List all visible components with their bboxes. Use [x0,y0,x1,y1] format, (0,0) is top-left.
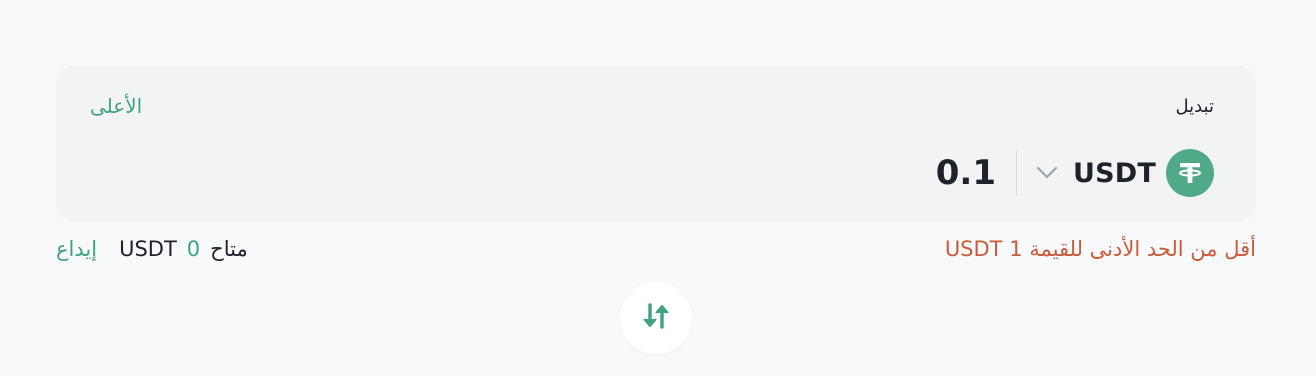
token-selector[interactable]: USDT [1035,149,1214,197]
divider [1016,150,1017,196]
swap-label: تبديل [1175,96,1214,117]
tether-icon [1166,149,1214,197]
token-symbol: USDT [1073,157,1156,189]
balance-label: متاح [210,237,248,261]
balance-value: 0 [186,237,201,261]
chevron-down-icon [1035,161,1059,185]
swap-arrows-icon [639,299,673,337]
balance-unit: USDT [119,237,177,261]
swap-page: تبديل الأعلى USDT [0,0,1316,376]
deposit-link[interactable]: إيداع [56,237,97,261]
available-balance: إيداع USDT 0 متاح [56,237,248,261]
from-token-card: تبديل الأعلى USDT [56,66,1256,221]
max-button[interactable]: الأعلى [90,94,142,118]
token-amount-row: USDT [876,149,1214,197]
min-amount-error: أقل من الحد الأدنى للقيمة 1 USDT [944,237,1256,261]
swap-direction-button[interactable] [620,282,692,354]
amount-input[interactable] [876,153,996,193]
